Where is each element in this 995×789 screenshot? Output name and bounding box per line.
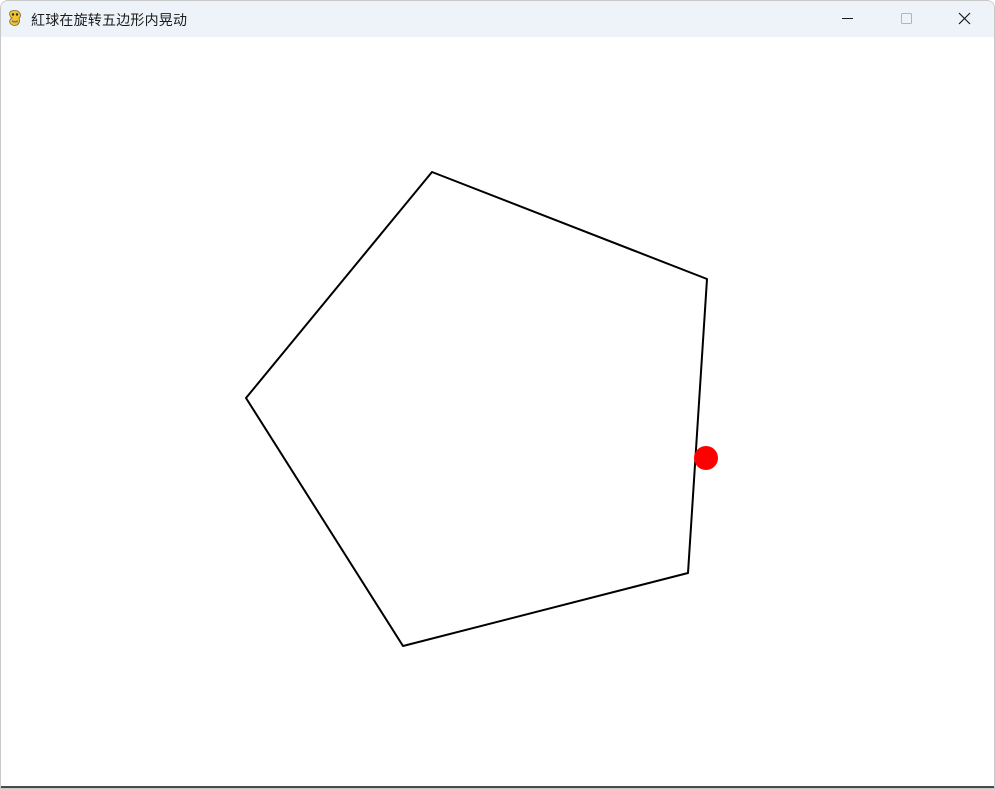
app-window: 紅球在旋转五边形内晃动 <box>0 0 995 789</box>
window-bottom-border <box>1 786 994 788</box>
red-ball <box>694 446 718 470</box>
pygame-snake-icon <box>6 9 24 27</box>
close-icon <box>958 12 971 25</box>
title-bar[interactable]: 紅球在旋转五边形内晃动 <box>1 1 994 37</box>
maximize-button[interactable] <box>877 1 935 37</box>
close-button[interactable] <box>935 1 993 37</box>
scene <box>245 171 718 647</box>
minimize-button[interactable] <box>819 1 877 37</box>
game-canvas[interactable] <box>1 37 994 788</box>
maximize-icon <box>901 13 912 24</box>
minimize-icon <box>842 18 853 19</box>
window-title: 紅球在旋转五边形内晃动 <box>31 13 188 29</box>
rotating-pentagon <box>245 171 708 647</box>
